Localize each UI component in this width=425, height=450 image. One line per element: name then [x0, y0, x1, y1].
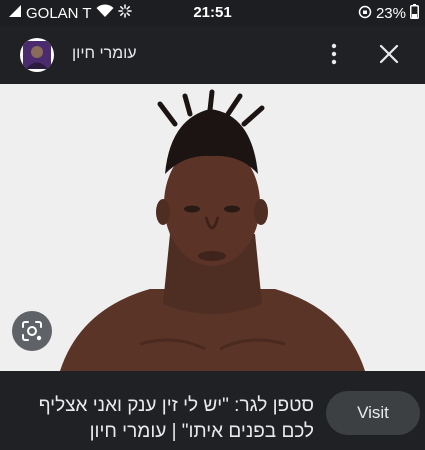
result-caption[interactable]: סטפן לגר: "יש לי זין ענק ואני אצליף לכם …	[14, 393, 314, 445]
lens-icon	[22, 321, 42, 341]
site-avatar[interactable]	[20, 38, 54, 72]
caption-line-1: סטפן לגר: "יש לי זין ענק ואני אצליף	[38, 395, 314, 416]
google-lens-button[interactable]	[12, 311, 52, 351]
more-options-icon[interactable]	[327, 42, 341, 66]
image-preview[interactable]	[0, 84, 425, 371]
rotation-lock-icon	[358, 5, 372, 23]
portrait-photo	[0, 84, 425, 371]
battery-icon	[410, 4, 419, 23]
result-panel: סטפן לגר: "יש לי זין ענק ואני אצליף לכם …	[0, 371, 425, 450]
status-bar: GOLAN T 21:51 23%	[0, 0, 425, 26]
site-title[interactable]: עומרי חיון	[72, 45, 137, 63]
status-right: 23%	[358, 4, 419, 23]
close-icon[interactable]	[376, 41, 402, 67]
viewer-header: עומרי חיון	[0, 26, 425, 84]
visit-button[interactable]: Visit	[326, 391, 420, 435]
caption-line-2: לכם בפנים איתו" | עומרי חיון	[89, 421, 314, 442]
battery-percent: 23%	[375, 5, 406, 22]
